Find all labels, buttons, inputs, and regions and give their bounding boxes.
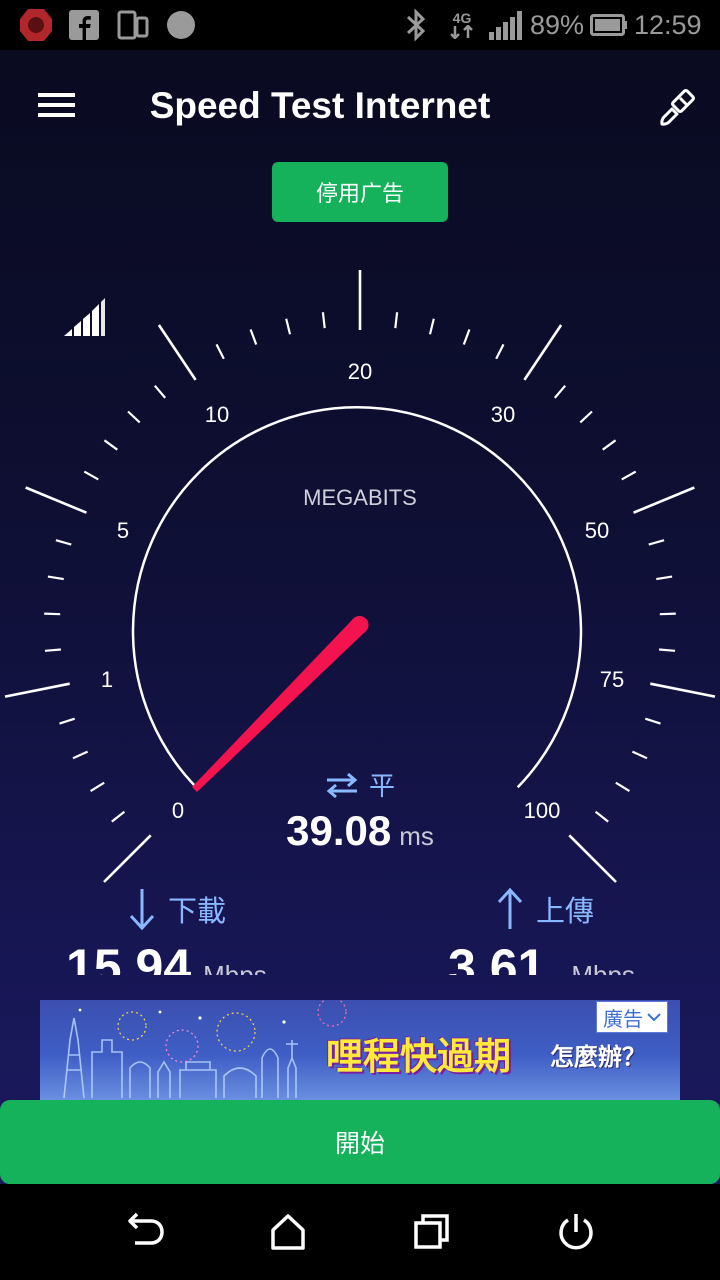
gauge-minor-tick: [644, 717, 661, 725]
scale-label-30: 30: [491, 402, 515, 427]
power-button[interactable]: [552, 1208, 600, 1256]
gauge-minor-tick: [103, 439, 118, 451]
facebook-icon: [68, 0, 100, 50]
bluetooth-icon: [404, 0, 428, 50]
upload-metric: 上傳 3.61 Mbps: [448, 880, 708, 975]
gauge-minor-tick: [495, 343, 505, 360]
gauge-minor-tick: [659, 612, 676, 616]
scale-label-50: 50: [585, 518, 609, 543]
download-unit: Mbps: [203, 960, 267, 975]
ping-label: 平: [368, 772, 395, 802]
gauge-minor-tick: [621, 470, 637, 481]
gauge-minor-tick: [83, 470, 99, 481]
status-bar: 4G 89% 12:59: [0, 0, 720, 50]
gauge-minor-tick: [462, 329, 471, 345]
disable-ads-button[interactable]: 停用广告: [272, 162, 448, 222]
gauge-minor-tick: [394, 312, 399, 329]
download-value: 15.94: [66, 939, 192, 975]
battery-icon: [590, 0, 628, 50]
scale-label-1: 1: [101, 667, 113, 692]
system-nav-bar: [0, 1184, 720, 1280]
gauge-minor-tick: [659, 648, 676, 652]
gauge-major-tick: [650, 682, 716, 698]
gauge-minor-tick: [602, 439, 617, 451]
battery-percentage: 89%: [530, 9, 585, 40]
circle-notification-icon: [166, 0, 196, 50]
upload-label: 上傳: [536, 894, 595, 928]
gauge-major-tick: [523, 324, 563, 381]
upload-value: 3.61: [448, 939, 546, 975]
gauge-minor-tick: [127, 410, 141, 424]
chevron-down-icon: [647, 1013, 661, 1022]
download-arrow-icon: [129, 889, 155, 931]
gauge-minor-tick: [428, 318, 435, 335]
scale-label-10: 10: [205, 402, 229, 427]
gauge-major-tick: [25, 486, 87, 514]
recent-apps-button[interactable]: [408, 1208, 456, 1256]
gauge-minor-tick: [631, 750, 648, 760]
upload-arrow-icon: [497, 887, 523, 929]
ad-subtext: 怎麼辦？: [550, 1043, 646, 1071]
scale-label-20: 20: [348, 359, 372, 384]
back-button[interactable]: [121, 1208, 169, 1256]
app-header: Speed Test Internet: [0, 50, 720, 160]
gauge-unit-label: MEGABITS: [303, 485, 417, 510]
gauge-minor-tick: [285, 318, 292, 335]
gauge-minor-tick: [153, 384, 167, 399]
ping-block: 平 39.08 ms: [0, 766, 720, 855]
screen-mirror-icon: [116, 0, 150, 50]
back-icon: [128, 1212, 164, 1245]
swap-arrows-icon: [326, 772, 358, 798]
theme-button[interactable]: [656, 84, 702, 130]
ad-banner[interactable]: 哩程快過期 怎麼辦？ 廣告: [40, 1000, 680, 1100]
scale-label-75: 75: [600, 667, 624, 692]
network-type: 4G: [452, 10, 472, 26]
ping-unit: ms: [399, 821, 434, 851]
gauge-major-tick: [4, 682, 70, 698]
gauge-minor-tick: [648, 539, 665, 546]
ad-headline: 哩程快過期: [326, 1035, 511, 1078]
ad-tag-label: 廣告: [603, 1006, 643, 1031]
scale-label-5: 5: [117, 518, 129, 543]
app-title: Speed Test Internet: [149, 85, 491, 126]
gauge-minor-tick: [47, 575, 64, 581]
download-metric: 下載 15.94 Mbps: [66, 880, 356, 975]
gauge-minor-tick: [44, 648, 61, 652]
gauge-inner-arc: [131, 406, 583, 789]
download-label: 下載: [168, 894, 227, 928]
paint-brush-icon: [660, 89, 695, 126]
gauge-major-tick: [633, 486, 695, 514]
gauge-minor-tick: [215, 343, 225, 360]
gauge-minor-tick: [579, 410, 593, 424]
mobile-data-indicator: 4G: [448, 0, 476, 50]
gauge-minor-tick: [656, 575, 673, 581]
home-icon: [271, 1214, 305, 1250]
gauge-minor-tick: [44, 612, 61, 616]
gauge-major-tick: [157, 324, 197, 381]
ad-choices-tag[interactable]: 廣告: [596, 1001, 668, 1033]
gauge-minor-tick: [321, 312, 326, 329]
start-button[interactable]: 開始: [0, 1100, 720, 1184]
gauge-minor-tick: [55, 539, 72, 546]
cellular-signal-icon: [488, 0, 522, 50]
ping-value: 39.08: [286, 807, 392, 854]
upload-unit: Mbps: [571, 960, 635, 975]
power-icon: [559, 1214, 593, 1250]
gauge-minor-tick: [249, 329, 258, 345]
clock: 12:59: [634, 9, 702, 40]
gauge-minor-tick: [72, 750, 89, 760]
app-notification-icon: [18, 0, 54, 50]
home-button[interactable]: [264, 1208, 312, 1256]
gauge-minor-tick: [59, 717, 76, 725]
gauge-minor-tick: [553, 384, 567, 399]
recent-apps-icon: [414, 1214, 449, 1249]
